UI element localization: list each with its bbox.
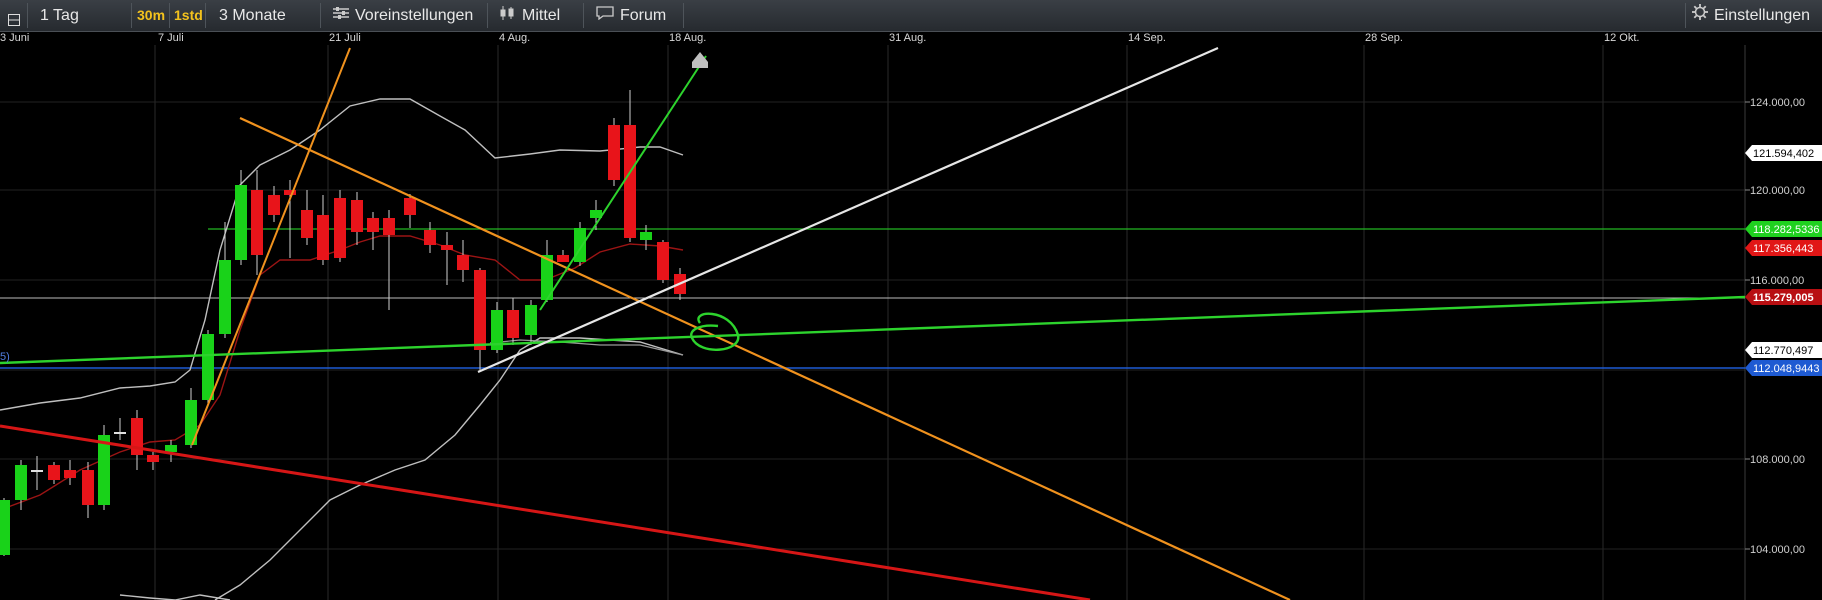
candle-up <box>202 334 214 400</box>
layout-toggle-button[interactable] <box>0 3 28 28</box>
presets-label: Voreinstellungen <box>355 7 474 24</box>
candle-down <box>317 215 329 260</box>
price-tag-high: 121.594,402 <box>1753 148 1814 160</box>
candle-down <box>268 195 280 215</box>
home-marker-icon <box>692 52 708 68</box>
date-label: 28 Sep. <box>1365 32 1403 44</box>
price-tick-label: 104.000,00 <box>1750 544 1805 556</box>
white-trend-line <box>477 46 1219 374</box>
candlestick-series <box>0 90 686 556</box>
price-chart[interactable]: 124.000,00 120.000,00 116.000,00 108.000,00… <box>0 45 1822 600</box>
indicator-label: Mittel <box>522 7 561 24</box>
candle-down <box>147 455 159 462</box>
candle-down <box>557 255 569 262</box>
interval-30m-button[interactable]: 30m <box>132 3 170 28</box>
lower-band <box>119 594 231 600</box>
candle-down <box>383 218 395 235</box>
date-label: 12 Okt. <box>1604 32 1640 44</box>
candle-down <box>301 210 313 238</box>
price-tick-label: 116.000,00 <box>1750 275 1804 287</box>
period-button[interactable]: 3 Monate <box>206 3 321 28</box>
gear-icon <box>1692 3 1708 28</box>
date-label: 18 Aug. <box>669 32 707 44</box>
candle-down <box>367 218 379 232</box>
indicator-button[interactable]: Mittel <box>488 3 584 28</box>
chart-toolbar: 1 Tag 30m 1std 3 Monate Voreinstellungen… <box>0 0 1822 32</box>
candle-down <box>657 242 669 280</box>
price-tag-red: 117.356,443 <box>1753 243 1813 255</box>
price-tag-blue: 112.048,9443 <box>1753 363 1819 375</box>
candle-down <box>441 245 453 250</box>
candle-up <box>98 435 110 505</box>
settings-label: Einstellungen <box>1714 7 1811 24</box>
date-label: 7 Juli <box>158 32 184 44</box>
candle-up <box>235 185 247 260</box>
presets-button[interactable]: Voreinstellungen <box>321 3 488 28</box>
date-axis: 3 Juni 7 Juli 21 Juli 4 Aug. 18 Aug. 31 … <box>0 31 1822 45</box>
candle-down <box>608 125 620 180</box>
candle-down <box>31 470 43 472</box>
date-label: 21 Juli <box>329 32 361 44</box>
price-tag-green: 118.282,5336 <box>1753 224 1819 236</box>
price-axis: 124.000,00 120.000,00 116.000,00 108.000,00… <box>0 97 1822 556</box>
candle-down <box>507 310 519 338</box>
candle-down <box>334 198 346 258</box>
candle-up <box>165 445 177 452</box>
candles-icon <box>500 3 516 28</box>
trend-lines <box>0 46 1746 600</box>
sliders-icon <box>333 3 349 28</box>
date-label: 14 Sep. <box>1128 32 1166 44</box>
candle-up <box>15 465 27 500</box>
interval-1std-button[interactable]: 1std <box>170 3 206 28</box>
green-steep-line <box>539 55 707 311</box>
chat-bubble-icon <box>596 3 614 28</box>
price-tag-last: 115.279,005 <box>1753 292 1814 304</box>
candle-down <box>351 200 363 232</box>
candle-up <box>525 305 537 335</box>
date-label: 4 Aug. <box>499 32 531 44</box>
price-tick-label: 120.000,00 <box>1750 185 1805 197</box>
lower-band <box>214 337 684 600</box>
candle-down <box>64 470 76 478</box>
candle-down <box>251 190 263 255</box>
settings-button[interactable]: Einstellungen <box>1686 3 1822 28</box>
candle-down <box>404 198 416 215</box>
candle-down <box>114 432 126 434</box>
forum-button[interactable]: Forum <box>584 3 684 28</box>
candle-down <box>48 465 60 480</box>
blue-level-label: 5) <box>0 351 10 363</box>
range-button[interactable]: 1 Tag <box>28 3 132 28</box>
price-tick-label: 124.000,00 <box>1750 97 1805 109</box>
date-label: 3 Juni <box>0 32 30 44</box>
price-tick-label: 108.000,00 <box>1750 454 1805 466</box>
candle-up <box>0 500 10 555</box>
candle-up <box>219 260 231 334</box>
price-tag-low: 112.770,497 <box>1753 345 1813 357</box>
candle-up <box>640 232 652 240</box>
toolbar-spacer <box>684 3 1686 28</box>
date-label: 31 Aug. <box>889 32 927 44</box>
forum-label: Forum <box>620 7 667 24</box>
candle-down <box>624 125 636 238</box>
candle-down <box>474 270 486 350</box>
red-trend-line <box>0 424 1091 600</box>
candle-down <box>82 470 94 505</box>
candle-down <box>457 255 469 270</box>
green-trend-line <box>0 295 1746 365</box>
candle-down <box>424 230 436 245</box>
